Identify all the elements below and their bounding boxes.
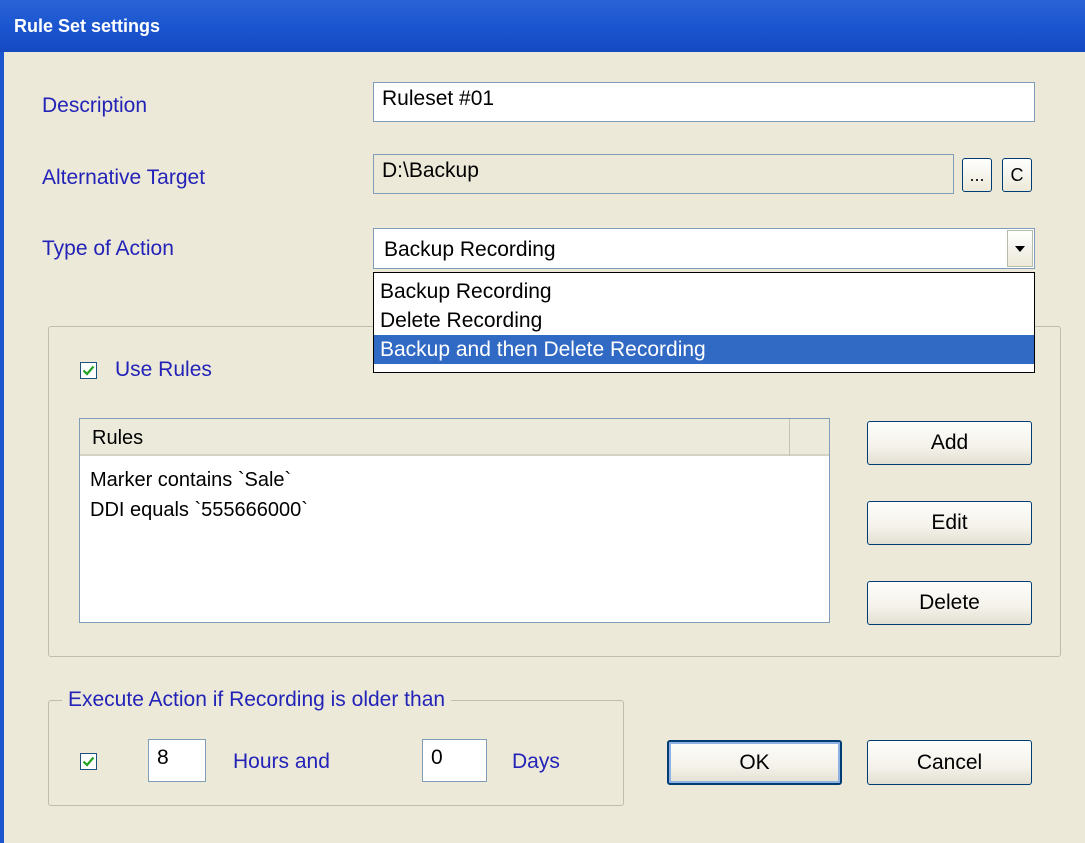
use-rules-checkbox[interactable] xyxy=(80,362,97,379)
hours-label: Hours and xyxy=(233,750,330,773)
type-of-action-label: Type of Action xyxy=(42,237,174,260)
chevron-down-icon xyxy=(1015,245,1025,252)
description-label: Description xyxy=(42,94,148,117)
clear-target-button[interactable]: C xyxy=(1002,158,1032,192)
alternative-target-input[interactable]: D:\Backup xyxy=(373,154,954,194)
type-of-action-dropdown-list: Backup Recording Delete Recording Backup… xyxy=(373,272,1035,373)
rules-list-item[interactable]: Marker contains `Sale` xyxy=(90,469,291,492)
rules-list[interactable]: Rules Marker contains `Sale` DDI equals … xyxy=(79,418,830,623)
add-rule-button[interactable]: Add xyxy=(867,421,1032,465)
title-bar: Rule Set settings xyxy=(0,0,1085,52)
type-of-action-value: Backup Recording xyxy=(384,238,556,261)
checkmark-icon xyxy=(82,365,95,376)
checkmark-icon xyxy=(82,756,95,767)
days-label: Days xyxy=(512,750,560,773)
execute-enabled-checkbox[interactable] xyxy=(80,753,97,770)
window-left-border xyxy=(0,52,4,843)
execute-group-title: Execute Action if Recording is older tha… xyxy=(62,688,452,712)
alternative-target-label: Alternative Target xyxy=(42,166,206,189)
rules-column-header-label: Rules xyxy=(92,427,144,449)
hours-input[interactable]: 8 xyxy=(148,739,206,782)
use-rules-label: Use Rules xyxy=(115,358,212,381)
browse-button[interactable]: ... xyxy=(962,158,992,192)
description-input[interactable]: Ruleset #01 xyxy=(373,82,1035,122)
action-option-backup[interactable]: Backup Recording xyxy=(374,277,1034,306)
rules-list-header: Rules xyxy=(80,419,829,456)
cancel-button[interactable]: Cancel xyxy=(867,740,1032,785)
dropdown-arrow-button[interactable] xyxy=(1007,230,1033,267)
delete-rule-button[interactable]: Delete xyxy=(867,581,1032,625)
rules-column-header[interactable]: Rules xyxy=(80,419,790,456)
window-title: Rule Set settings xyxy=(14,16,161,36)
action-option-delete[interactable]: Delete Recording xyxy=(374,306,1034,335)
ok-button[interactable]: OK xyxy=(667,740,842,785)
type-of-action-select[interactable]: Backup Recording xyxy=(373,228,1035,269)
edit-rule-button[interactable]: Edit xyxy=(867,501,1032,545)
rules-list-item[interactable]: DDI equals `555666000` xyxy=(90,499,308,522)
days-input[interactable]: 0 xyxy=(422,739,487,782)
action-option-backup-then-delete[interactable]: Backup and then Delete Recording xyxy=(374,335,1034,364)
